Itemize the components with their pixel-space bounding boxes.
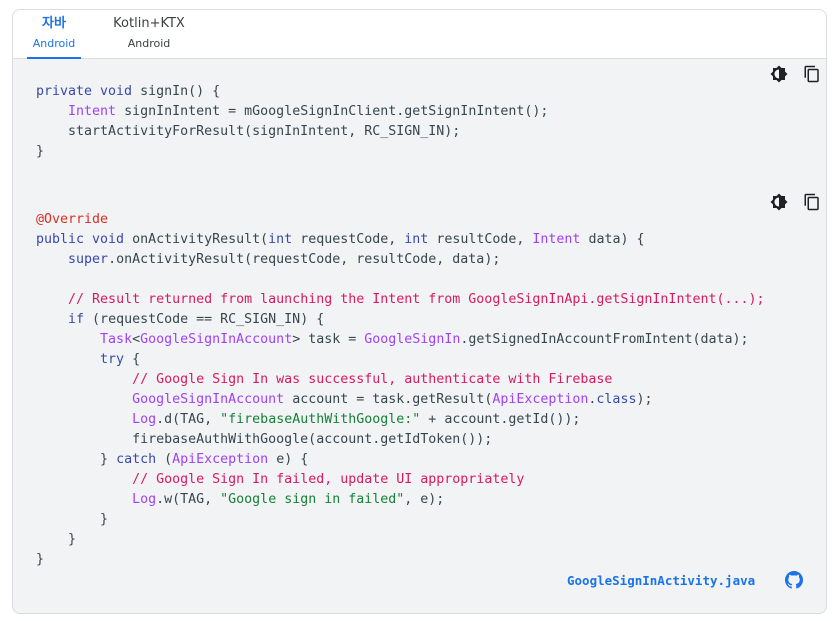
code-line: Task<GoogleSignInAccount> task = GoogleS… bbox=[100, 332, 749, 347]
code-line: startActivityForResult(signInIntent, RC_… bbox=[36, 124, 461, 139]
copy-code-button[interactable] bbox=[803, 193, 821, 211]
tab-kotlin-sublabel: Android bbox=[127, 37, 171, 50]
language-tabs: 자바 Android Kotlin+KTX Android bbox=[13, 10, 826, 59]
tab-java-sublabel: Android bbox=[32, 37, 76, 50]
brightness-icon bbox=[770, 65, 788, 83]
code-line: // Result returned from launching the In… bbox=[68, 292, 765, 307]
tab-java-label: 자바 bbox=[42, 16, 66, 31]
code-line: // Google Sign In failed, update UI appr… bbox=[132, 472, 525, 487]
code-block-onactivityresult: @Override public void onActivityResult(in… bbox=[13, 210, 826, 570]
code-line: } bbox=[36, 512, 109, 527]
code-line: Intent signInIntent = mGoogleSignInClien… bbox=[68, 104, 549, 119]
theme-toggle-button[interactable] bbox=[770, 65, 788, 83]
theme-toggle-button[interactable] bbox=[770, 193, 788, 211]
tab-kotlin-label: Kotlin+KTX bbox=[113, 16, 185, 31]
code-line: super.onActivityResult(requestCode, resu… bbox=[68, 252, 501, 267]
code-line: } bbox=[36, 144, 45, 159]
github-link[interactable] bbox=[785, 571, 803, 589]
code-line: } bbox=[36, 552, 45, 567]
code-line: if (requestCode == RC_SIGN_IN) { bbox=[68, 312, 325, 327]
code-line: try { bbox=[100, 352, 141, 367]
source-file-link[interactable]: GoogleSignInActivity.java bbox=[567, 571, 755, 591]
copy-code-button[interactable] bbox=[803, 65, 821, 83]
code-block-signin: private void signIn() { Intent signInInt… bbox=[13, 82, 826, 162]
code-line: Log.d(TAG, "firebaseAuthWithGoogle:" + a… bbox=[132, 412, 581, 427]
copy-icon bbox=[804, 193, 819, 211]
code-line: } catch (ApiException e) { bbox=[36, 452, 309, 467]
code-line: GoogleSignInAccount account = task.getRe… bbox=[132, 392, 653, 407]
code-sample-card: 자바 Android Kotlin+KTX Android private vo… bbox=[12, 9, 827, 614]
brightness-icon bbox=[770, 193, 788, 211]
tab-java[interactable]: 자바 Android bbox=[27, 10, 81, 59]
tab-kotlin-ktx[interactable]: Kotlin+KTX Android bbox=[106, 10, 192, 58]
code-line: @Override bbox=[36, 212, 109, 227]
code-line: } bbox=[36, 532, 77, 547]
github-icon bbox=[785, 571, 803, 589]
code-line: // Google Sign In was successful, authen… bbox=[132, 372, 613, 387]
code-line: Log.w(TAG, "Google sign in failed", e); bbox=[132, 492, 445, 507]
copy-icon bbox=[804, 65, 819, 83]
code-line: public void onActivityResult(int request… bbox=[36, 232, 645, 247]
code-line: private void signIn() { bbox=[36, 84, 221, 99]
code-line: firebaseAuthWithGoogle(account.getIdToke… bbox=[36, 432, 493, 447]
